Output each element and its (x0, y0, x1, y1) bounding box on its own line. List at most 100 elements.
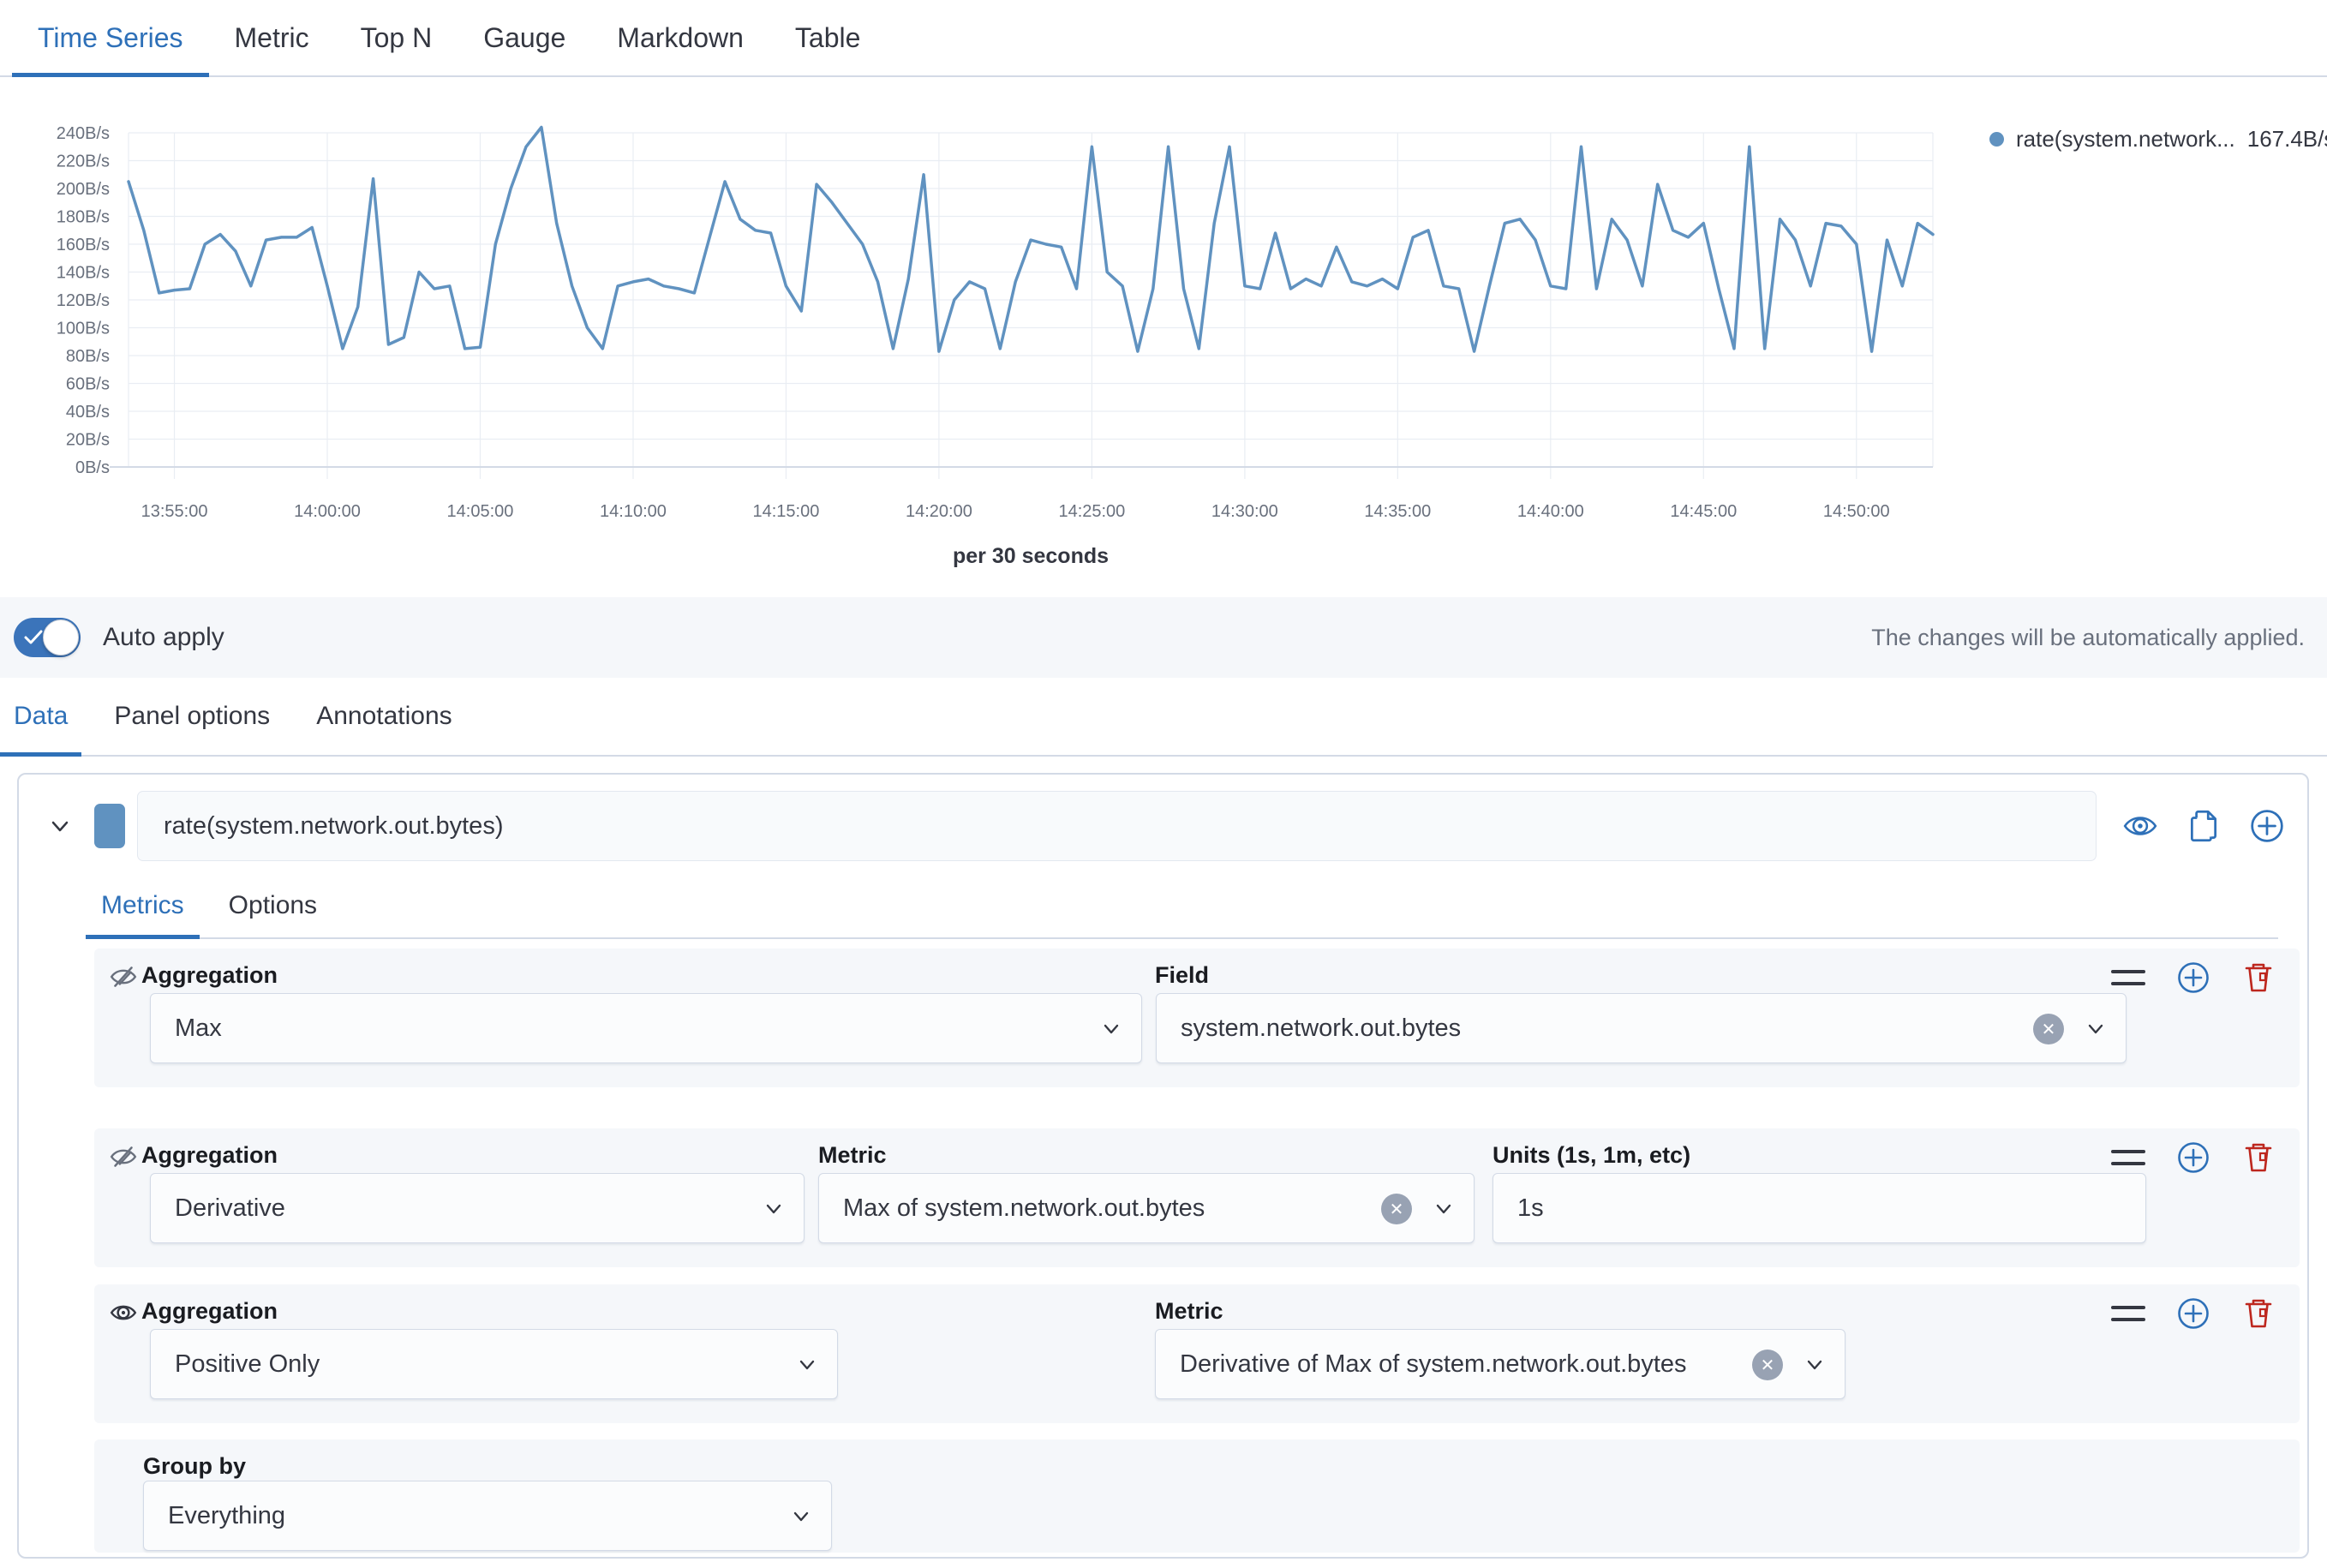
collapse-series-button[interactable] (45, 811, 75, 841)
aggregation-value: Derivative (175, 1194, 285, 1223)
metric-row-positive-only: Aggregation Positive Only Metric Derivat… (94, 1284, 2300, 1423)
chevron-down-icon (2083, 1016, 2109, 1042)
check-icon (23, 628, 44, 647)
svg-text:220B/s: 220B/s (57, 153, 110, 171)
auto-apply-toggle[interactable] (14, 618, 81, 657)
svg-text:14:50:00: 14:50:00 (1823, 502, 1890, 521)
tab-markdown[interactable]: Markdown (591, 0, 769, 75)
clear-field-button[interactable]: ✕ (2033, 1014, 2064, 1044)
svg-text:14:05:00: 14:05:00 (447, 502, 514, 521)
add-metric-button[interactable] (2176, 961, 2210, 995)
legend-series-dot (1989, 132, 2004, 147)
svg-text:240B/s: 240B/s (57, 124, 110, 143)
add-metric-button[interactable] (2176, 1296, 2210, 1331)
metric-select[interactable]: Max of system.network.out.bytes ✕ (818, 1173, 1475, 1243)
series-config-tabs: Metrics Options (86, 891, 2278, 939)
metric-label: Metric (1155, 1298, 1223, 1325)
metric-visible-toggle[interactable] (109, 1298, 138, 1327)
plus-circle-icon (2249, 808, 2285, 844)
chevron-down-icon (1098, 1016, 1124, 1042)
svg-text:60B/s: 60B/s (66, 375, 110, 394)
field-label: Field (1155, 962, 1209, 989)
svg-text:140B/s: 140B/s (57, 264, 110, 283)
units-input[interactable] (1493, 1173, 2146, 1243)
time-series-chart: 0B/s20B/s40B/s60B/s80B/s100B/s120B/s140B… (0, 77, 2327, 597)
svg-text:0B/s: 0B/s (75, 458, 110, 477)
svg-text:20B/s: 20B/s (66, 431, 110, 450)
drag-handle[interactable] (2111, 1150, 2145, 1165)
add-metric-button[interactable] (2176, 1140, 2210, 1175)
plus-circle-icon (2176, 961, 2210, 995)
metric-label: Metric (818, 1142, 887, 1169)
tab-time-series[interactable]: Time Series (12, 0, 209, 75)
svg-text:160B/s: 160B/s (57, 236, 110, 254)
field-select[interactable]: system.network.out.bytes ✕ (1156, 993, 2127, 1063)
tab-data[interactable]: Data (0, 678, 81, 755)
aggregation-label: Aggregation (141, 962, 278, 989)
tab-gauge[interactable]: Gauge (458, 0, 591, 75)
svg-text:14:45:00: 14:45:00 (1670, 502, 1737, 521)
units-label: Units (1s, 1m, etc) (1493, 1142, 1690, 1169)
series-color-swatch[interactable] (94, 804, 125, 848)
series-panel: Metrics Options Aggregation Max Field sy… (17, 773, 2309, 1559)
chart-canvas: 0B/s20B/s40B/s60B/s80B/s100B/s120B/s140B… (0, 77, 2327, 597)
svg-text:14:30:00: 14:30:00 (1211, 502, 1278, 521)
legend-series-value: 167.4B/s (2247, 126, 2327, 153)
delete-metric-button[interactable] (2241, 1140, 2276, 1175)
aggregation-value: Max (175, 1014, 222, 1043)
tab-metric[interactable]: Metric (209, 0, 335, 75)
aggregation-select[interactable]: Derivative (150, 1173, 805, 1243)
copy-icon (2186, 808, 2222, 844)
clear-metric-button[interactable]: ✕ (1381, 1194, 1412, 1224)
aggregation-select[interactable]: Positive Only (150, 1329, 838, 1399)
chevron-down-icon (794, 1352, 820, 1378)
group-by-section: Group by Everything (94, 1439, 2300, 1553)
svg-text:14:10:00: 14:10:00 (600, 502, 667, 521)
drag-handle[interactable] (2111, 1306, 2145, 1321)
clone-series-button[interactable] (2186, 808, 2222, 844)
plus-circle-icon (2176, 1296, 2210, 1331)
svg-text:14:40:00: 14:40:00 (1517, 502, 1584, 521)
trash-icon (2241, 1296, 2276, 1331)
metric-row-actions (2111, 1296, 2276, 1331)
metric-row-max: Aggregation Max Field system.network.out… (94, 949, 2300, 1087)
add-series-button[interactable] (2249, 808, 2285, 844)
delete-metric-button[interactable] (2241, 961, 2276, 995)
toggle-series-visibility-button[interactable] (2122, 808, 2158, 844)
chevron-down-icon (761, 1196, 787, 1222)
delete-metric-button[interactable] (2241, 1296, 2276, 1331)
chevron-down-icon (1431, 1196, 1457, 1222)
tab-annotations[interactable]: Annotations (302, 678, 465, 755)
metric-select[interactable]: Derivative of Max of system.network.out.… (1155, 1329, 1845, 1399)
chart-legend-item[interactable]: rate(system.network... 167.4B/s (1989, 126, 2327, 153)
plus-circle-icon (2176, 1140, 2210, 1175)
metric-hidden-toggle[interactable] (109, 962, 138, 991)
metric-row-actions (2111, 1140, 2276, 1175)
group-by-select[interactable]: Everything (143, 1481, 832, 1551)
metric-hidden-toggle[interactable] (109, 1142, 138, 1171)
metric-row-derivative: Aggregation Derivative Metric Max of sys… (94, 1128, 2300, 1267)
svg-text:13:55:00: 13:55:00 (141, 502, 208, 521)
drag-handle[interactable] (2111, 970, 2145, 985)
tab-top-n[interactable]: Top N (335, 0, 458, 75)
metric-row-actions (2111, 961, 2276, 995)
tab-options[interactable]: Options (213, 891, 332, 937)
tab-panel-options[interactable]: Panel options (100, 678, 284, 755)
trash-icon (2241, 1140, 2276, 1175)
series-header-row (19, 785, 2307, 867)
svg-text:14:25:00: 14:25:00 (1058, 502, 1125, 521)
clear-metric-button[interactable]: ✕ (1752, 1350, 1783, 1380)
eye-icon (109, 1298, 138, 1327)
svg-text:14:15:00: 14:15:00 (753, 502, 820, 521)
series-actions (2122, 808, 2285, 844)
auto-apply-label: Auto apply (103, 623, 224, 652)
aggregation-label: Aggregation (141, 1298, 278, 1325)
aggregation-select[interactable]: Max (150, 993, 1142, 1063)
tab-metrics[interactable]: Metrics (86, 891, 200, 937)
visualization-type-tabs: Time Series Metric Top N Gauge Markdown … (0, 0, 2327, 77)
svg-text:200B/s: 200B/s (57, 180, 110, 199)
svg-text:14:20:00: 14:20:00 (906, 502, 972, 521)
chevron-down-icon (788, 1504, 814, 1529)
series-label-input[interactable] (137, 791, 2097, 861)
tab-table[interactable]: Table (769, 0, 887, 75)
